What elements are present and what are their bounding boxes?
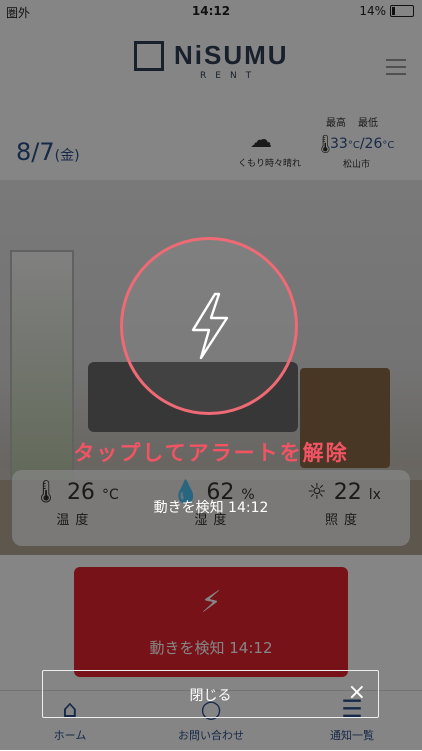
close-icon[interactable]: × xyxy=(348,682,366,704)
close-button-label: 閉じる xyxy=(189,688,232,704)
dismiss-alert-circle[interactable] xyxy=(120,237,298,415)
tap-to-dismiss-text: タップしてアラートを解除 xyxy=(73,441,349,465)
close-button[interactable]: 閉じる × xyxy=(42,670,379,718)
overlay-message: 動きを検知 14:12 xyxy=(153,500,269,516)
alert-overlay[interactable]: タップしてアラートを解除 動きを検知 14:12 閉じる × xyxy=(0,0,422,750)
lightning-icon xyxy=(191,292,229,360)
